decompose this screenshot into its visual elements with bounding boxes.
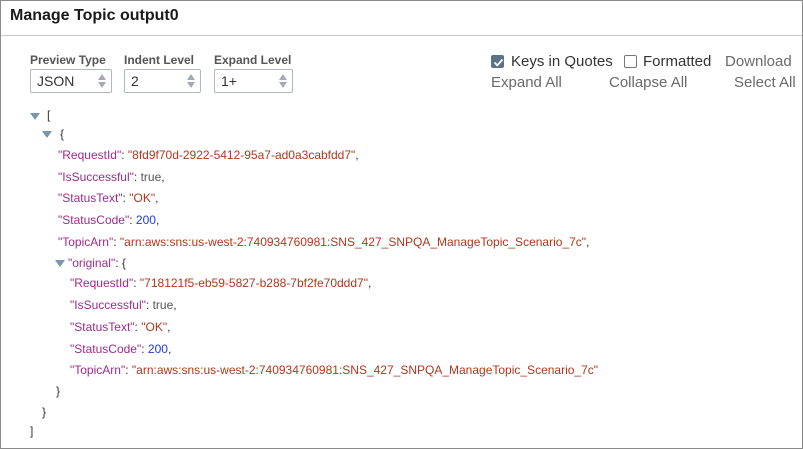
json-string-value: "OK": [129, 191, 156, 205]
json-string-value: "OK": [141, 320, 168, 334]
json-field-row: "RequestId": "718121f5-eb59-5827-b288-7b…: [70, 276, 372, 290]
json-string-value: "arn:aws:sns:us-west-2:740934760981:SNS_…: [131, 363, 599, 377]
object-open-brace: {: [60, 127, 65, 141]
json-key: "RequestId": [70, 276, 134, 290]
json-boolean-value: true: [152, 298, 174, 312]
json-key: "StatusCode": [58, 213, 130, 227]
json-key: "TopicArn": [70, 363, 126, 377]
json-field-row: "StatusCode": 200,: [58, 213, 160, 227]
json-key: "IsSuccessful": [58, 170, 134, 184]
array-open-bracket: [: [47, 108, 51, 122]
json-field-row: "IsSuccessful": true,: [58, 170, 165, 184]
json-key: "TopicArn": [58, 235, 114, 249]
json-key: "original": [68, 256, 116, 270]
object-close-brace: }: [42, 405, 47, 419]
json-string-value: "arn:aws:sns:us-west-2:740934760981:SNS_…: [119, 235, 587, 249]
json-number-value: 200: [135, 213, 156, 227]
json-key: "IsSuccessful": [70, 298, 146, 312]
json-field-row: "StatusCode": 200,: [70, 342, 172, 356]
json-field-row: "IsSuccessful": true,: [70, 298, 177, 312]
json-string-value: "718121f5-eb59-5827-b288-7bf2fe70ddd7": [139, 276, 368, 290]
array-close-bracket: ]: [30, 424, 34, 438]
json-field-row: "RequestId": "8fd9f70d-2922-5412-95a7-ad…: [58, 148, 359, 162]
collapse-toggle-icon[interactable]: [42, 131, 52, 138]
json-field-row: "original": {: [68, 256, 126, 270]
json-key: "RequestId": [58, 148, 122, 162]
json-field-row: "TopicArn": "arn:aws:sns:us-west-2:74093…: [70, 363, 599, 377]
json-field-row: "StatusText": "OK",: [70, 320, 171, 334]
json-boolean-value: true: [140, 170, 162, 184]
original-close-brace: }: [56, 384, 61, 398]
json-string-value: "8fd9f70d-2922-5412-95a7-ad0a3cabfdd7": [127, 148, 356, 162]
json-key: "StatusText": [58, 191, 123, 205]
json-key: "StatusText": [70, 320, 135, 334]
json-field-row: "StatusText": "OK",: [58, 191, 159, 205]
json-key: "StatusCode": [70, 342, 142, 356]
collapse-toggle-icon[interactable]: [30, 113, 40, 120]
json-field-row: "TopicArn": "arn:aws:sns:us-west-2:74093…: [58, 235, 590, 249]
collapse-toggle-icon[interactable]: [55, 260, 65, 267]
json-tree: [ { "RequestId": "8fd9f70d-2922-5412-95a…: [0, 0, 803, 449]
json-number-value: 200: [147, 342, 168, 356]
